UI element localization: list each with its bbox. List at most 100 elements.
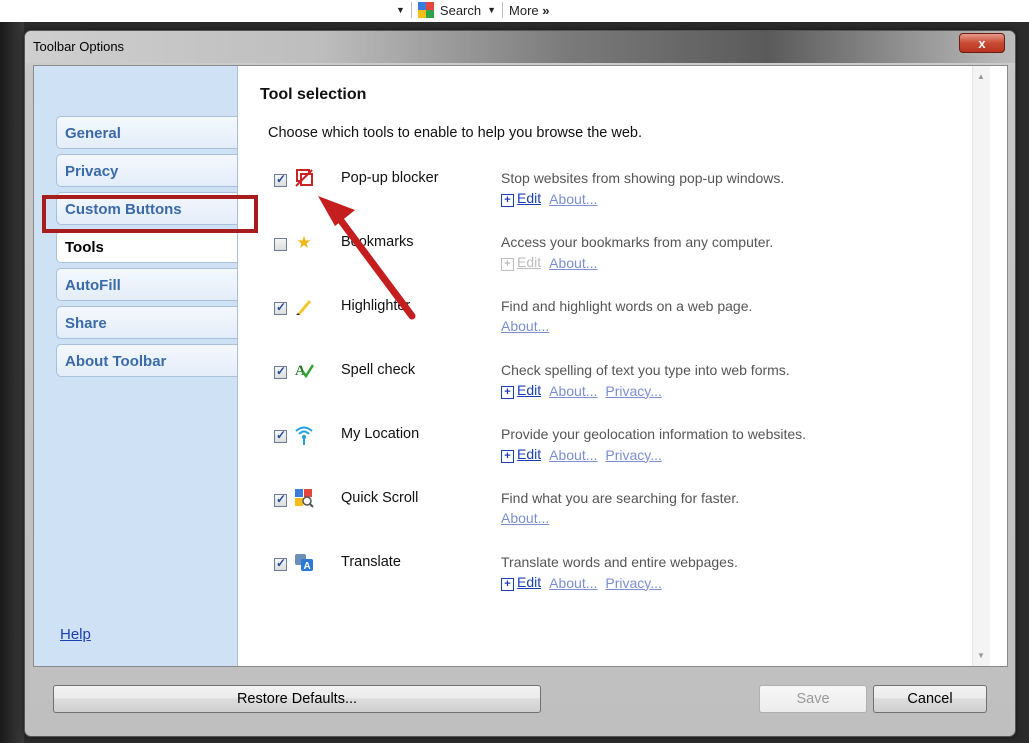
popup-blocker-checkbox[interactable]: ✓ — [274, 172, 287, 187]
about-link[interactable]: About... — [549, 383, 597, 399]
section-title: Tool selection — [260, 86, 367, 103]
help-link[interactable]: Help — [60, 626, 91, 643]
checkmark-icon: ✓ — [276, 172, 287, 186]
spell-check-checkbox[interactable]: ✓ — [274, 364, 287, 379]
restore-defaults-label: Restore Defaults... — [236, 691, 358, 707]
dialog-client-area: General Privacy Custom Buttons Tools Aut… — [33, 65, 1008, 667]
edit-link-label: Edit — [517, 382, 542, 398]
privacy-link[interactable]: Privacy... — [605, 447, 662, 463]
tool-description: Translate words and entire webpages. — [501, 554, 738, 570]
tool-links: About... — [501, 510, 549, 526]
toolbar-separator — [502, 2, 504, 18]
sidebar: General Privacy Custom Buttons Tools Aut… — [34, 66, 238, 666]
edit-link[interactable]: + Edit — [501, 190, 541, 207]
svg-text:A: A — [304, 561, 311, 572]
tool-row-highlighter: ✓ Highlighter Find and highlight words o… — [274, 296, 974, 356]
tools-highlight-box — [42, 195, 258, 233]
translate-checkbox[interactable]: ✓ — [274, 556, 287, 571]
sidebar-item-label: Privacy — [65, 163, 119, 180]
about-link[interactable]: About... — [549, 255, 597, 271]
save-label: Save — [796, 691, 830, 707]
tool-row-spell-check: ✓ A Spell check Check spelling of text y… — [274, 360, 974, 420]
edit-link-label: Edit — [517, 574, 542, 590]
highlighter-icon — [294, 296, 314, 318]
my-location-checkbox[interactable]: ✓ — [274, 428, 287, 443]
browser-toolbar-items: ▼ Search ▼ More » — [396, 2, 550, 18]
sidebar-item-autofill[interactable]: AutoFill — [56, 268, 237, 301]
translate-icon: A — [294, 552, 314, 574]
plus-icon: + — [501, 194, 514, 207]
sidebar-item-label: General — [65, 125, 121, 142]
dropdown-arrow-icon[interactable]: ▼ — [396, 5, 405, 15]
tool-links: + Edit About... Privacy... — [501, 446, 662, 463]
plus-icon: + — [501, 450, 514, 463]
vertical-scrollbar[interactable]: ▲ ▼ — [972, 66, 990, 666]
tool-links: + Edit About... — [501, 254, 597, 271]
tool-row-my-location: ✓ My Location Provide your geolocation i… — [274, 424, 974, 484]
quick-scroll-checkbox[interactable]: ✓ — [274, 492, 287, 507]
edit-link: + Edit — [501, 254, 541, 271]
tool-name: Bookmarks — [341, 234, 414, 250]
save-button: Save — [759, 685, 867, 713]
tool-links: + Edit About... Privacy... — [501, 574, 662, 591]
plus-icon: + — [501, 258, 514, 271]
sidebar-item-label: Tools — [65, 239, 104, 256]
edit-link[interactable]: + Edit — [501, 382, 541, 399]
close-button[interactable]: x — [959, 33, 1005, 53]
tool-description: Provide your geolocation information to … — [501, 426, 807, 442]
tool-description: Stop websites from showing pop-up window… — [501, 170, 785, 186]
star-icon: ★ — [296, 233, 312, 252]
tool-description: Check spelling of text you type into web… — [501, 362, 790, 378]
tool-name: Highlighter — [341, 298, 411, 314]
restore-defaults-button[interactable]: Restore Defaults... — [53, 685, 541, 713]
sidebar-item-share[interactable]: Share — [56, 306, 237, 339]
cancel-button[interactable]: Cancel — [873, 685, 987, 713]
google-logo-icon — [417, 2, 434, 18]
tool-name: Translate — [341, 554, 401, 570]
sidebar-item-label: AutoFill — [65, 277, 121, 294]
tool-name: Quick Scroll — [341, 490, 419, 506]
search-button[interactable]: Search — [440, 3, 481, 18]
toolbar-separator — [410, 2, 412, 18]
plus-icon: + — [501, 386, 514, 399]
tool-description: Find and highlight words on a web page. — [501, 298, 753, 314]
sidebar-item-general[interactable]: General — [56, 116, 237, 149]
background-chrome-left — [0, 22, 24, 743]
more-button[interactable]: More » — [509, 3, 549, 18]
search-dropdown-icon[interactable]: ▼ — [487, 5, 496, 15]
about-link[interactable]: About... — [501, 318, 549, 334]
popup-blocker-icon — [294, 168, 314, 190]
edit-link[interactable]: + Edit — [501, 574, 541, 591]
about-link[interactable]: About... — [501, 510, 549, 526]
section-description: Choose which tools to enable to help you… — [268, 125, 643, 141]
tool-name: Spell check — [341, 362, 416, 378]
bookmarks-checkbox[interactable] — [274, 238, 287, 251]
tool-row-bookmarks: ★ Bookmarks Access your bookmarks from a… — [274, 232, 974, 292]
svg-text:A: A — [295, 363, 306, 379]
tool-links: + Edit About... — [501, 190, 597, 207]
about-link[interactable]: About... — [549, 575, 597, 591]
dialog-titlebar[interactable]: Toolbar Options x — [25, 31, 1015, 63]
tool-row-translate: ✓ A Translate Translate words and entire… — [274, 552, 974, 612]
sidebar-item-tools[interactable]: Tools — [56, 230, 237, 263]
privacy-link[interactable]: Privacy... — [605, 383, 662, 399]
tools-content-panel: Tool selection Choose which tools to ena… — [238, 66, 990, 666]
checkmark-icon: ✓ — [276, 300, 287, 314]
about-link[interactable]: About... — [549, 191, 597, 207]
edit-link[interactable]: + Edit — [501, 446, 541, 463]
more-label: More — [509, 2, 539, 18]
privacy-link[interactable]: Privacy... — [605, 575, 662, 591]
tool-links: About... — [501, 318, 549, 334]
dialog-title: Toolbar Options — [33, 39, 125, 54]
edit-link-label: Edit — [517, 254, 542, 270]
sidebar-item-privacy[interactable]: Privacy — [56, 154, 237, 187]
tool-row-quick-scroll: ✓ Quick Scroll Find what you are searchi… — [274, 488, 974, 548]
about-link[interactable]: About... — [549, 447, 597, 463]
more-chevron-icon: » — [542, 2, 550, 18]
highlighter-checkbox[interactable]: ✓ — [274, 300, 287, 315]
sidebar-item-about-toolbar[interactable]: About Toolbar — [56, 344, 237, 377]
scroll-down-icon[interactable]: ▼ — [977, 651, 985, 660]
edit-link-label: Edit — [517, 190, 542, 206]
scroll-up-icon[interactable]: ▲ — [977, 72, 985, 81]
sidebar-item-label: Share — [65, 315, 107, 332]
